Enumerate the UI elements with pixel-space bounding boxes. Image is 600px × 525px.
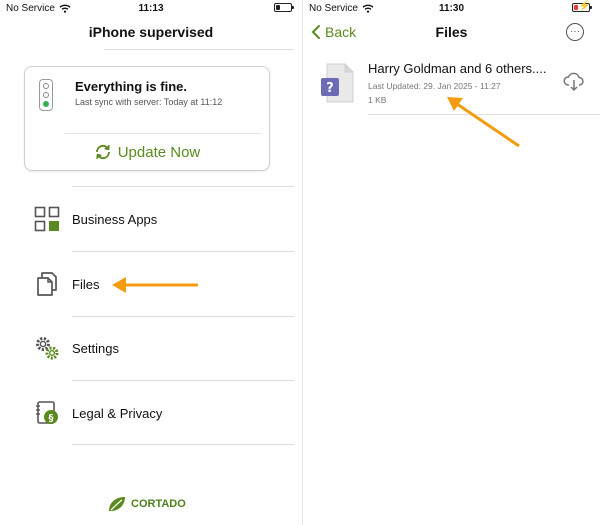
cloud-download-icon[interactable]	[563, 71, 585, 93]
menu-item-files[interactable]: Files	[32, 264, 294, 304]
ellipsis-circle-icon[interactable]: ···	[566, 23, 584, 41]
divider	[72, 444, 294, 445]
refresh-icon	[95, 144, 110, 160]
menu-item-settings[interactable]: Settings	[32, 328, 294, 368]
file-list-item[interactable]: ? Harry Goldman and 6 others.... Last Up…	[317, 55, 589, 113]
left-screen: No Service 11:13 iPhone supervised Every…	[0, 0, 302, 525]
status-headline: Everything is fine.	[75, 79, 187, 94]
divider	[72, 380, 294, 381]
update-now-button[interactable]: Update Now	[25, 140, 269, 164]
divider	[72, 186, 294, 187]
files-copy-icon	[32, 269, 62, 299]
svg-text:?: ?	[326, 81, 334, 96]
battery-charging-icon: ⚡	[572, 1, 592, 15]
gears-icon	[32, 333, 62, 363]
traffic-light-icon	[39, 79, 53, 111]
status-bar: No Service 11:30 ⚡	[303, 0, 600, 18]
divider	[72, 251, 294, 252]
menu-label-settings: Settings	[72, 340, 119, 356]
svg-text:§: §	[49, 413, 54, 424]
battery-icon	[274, 3, 294, 15]
brand-logo: CORTADO	[107, 495, 186, 513]
right-screen: No Service 11:30 ⚡ Back Files ··· ? Harr…	[302, 0, 600, 525]
menu-label-business-apps: Business Apps	[72, 211, 158, 227]
file-last-updated: Last Updated: 29. Jan 2025 - 11:27	[368, 81, 501, 91]
clock: 11:13	[138, 3, 164, 14]
menu-label-legal-privacy: Legal & Privacy	[72, 405, 163, 421]
menu-label-files: Files	[72, 276, 100, 292]
page-title: iPhone supervised	[88, 24, 214, 40]
menu-item-business-apps[interactable]: Business Apps	[32, 199, 294, 239]
divider	[368, 114, 600, 115]
menu-item-legal-privacy[interactable]: § Legal & Privacy	[32, 393, 294, 433]
divider	[72, 316, 294, 317]
status-card: Everything is fine. Last sync with serve…	[24, 66, 270, 171]
file-name: Harry Goldman and 6 others....	[368, 61, 547, 76]
brand-name: CORTADO	[131, 498, 186, 510]
business-apps-grid-icon	[32, 204, 62, 234]
unknown-file-icon: ?	[321, 63, 354, 103]
file-size: 1 KB	[368, 95, 387, 105]
divider	[104, 49, 294, 50]
legal-paragraph-icon: §	[32, 398, 62, 428]
leaf-logo-icon	[109, 497, 125, 511]
update-now-label: Update Now	[117, 143, 201, 161]
page-title: Files	[435, 24, 468, 40]
last-sync-text: Last sync with server: Today at 11:12	[75, 97, 223, 107]
status-bar: No Service 11:13	[0, 0, 302, 18]
card-divider	[65, 133, 261, 134]
clock: 11:30	[438, 3, 465, 14]
